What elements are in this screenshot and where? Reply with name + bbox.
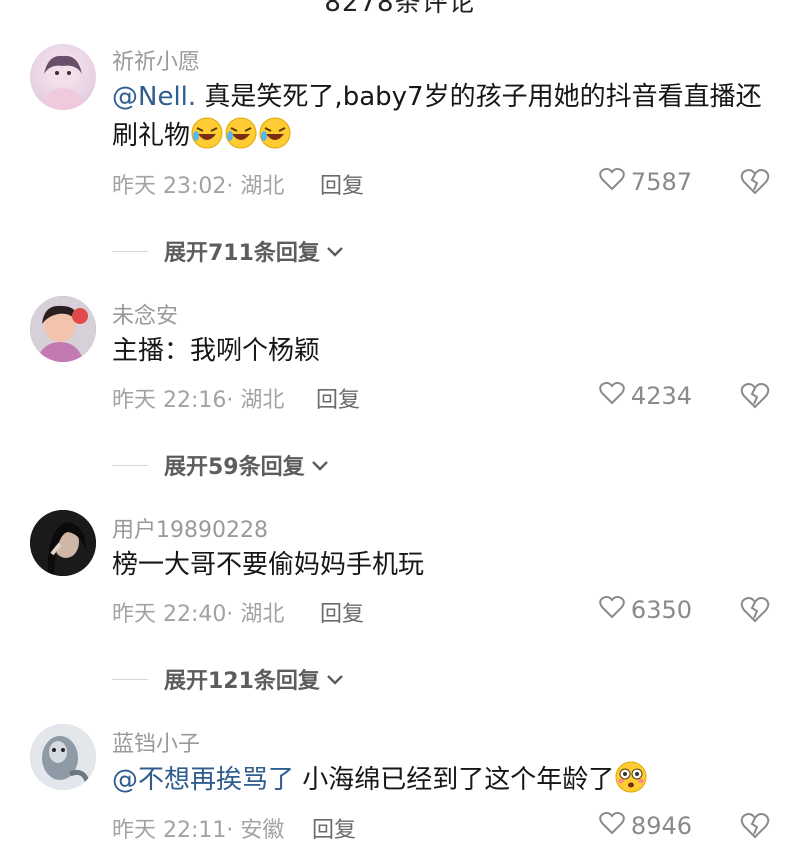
expand-replies-button[interactable]: 展开711条回复: [112, 235, 344, 267]
comment-time-location: 昨天 22:11· 安徽: [112, 818, 285, 843]
username[interactable]: 祈祈小愿: [112, 44, 200, 76]
comment-body: 主播：我咧个杨颖: [112, 336, 321, 366]
chevron-down-icon: [311, 453, 329, 478]
rofl-emoji: [258, 116, 292, 161]
comment-body: 小海绵已经到了这个年龄了: [294, 765, 615, 795]
avatar[interactable]: [30, 724, 96, 790]
comments-page: 8278条评论 祈祈小愿 @Nell. 真是笑死了,baby7岁的孩子用她的抖音…: [0, 0, 800, 856]
comment-text: @不想再挨骂了 小海绵已经到了这个年龄了: [112, 760, 772, 805]
dislike-button[interactable]: [740, 168, 770, 198]
dislike-button[interactable]: [740, 382, 770, 412]
like-button[interactable]: 8946: [599, 811, 692, 841]
comment-time-location: 昨天 23:02· 湖北: [112, 174, 285, 199]
broken-heart-icon: [740, 383, 770, 414]
heart-icon: [599, 381, 625, 411]
rofl-emoji: [190, 116, 224, 161]
comment-time-location: 昨天 22:40· 湖北: [112, 602, 285, 627]
flushed-emoji: [614, 760, 648, 805]
heart-icon: [599, 167, 625, 197]
like-count: 8946: [630, 812, 692, 840]
reply-button[interactable]: 回复: [312, 812, 356, 844]
like-count: 4234: [630, 382, 692, 410]
like-count: 6350: [630, 596, 692, 624]
comment-body: 榜一大哥不要偷妈妈手机玩: [112, 550, 425, 580]
chevron-down-icon: [326, 239, 344, 264]
expand-replies-button[interactable]: 展开121条回复: [112, 663, 344, 695]
broken-heart-icon: [740, 169, 770, 200]
expand-replies-button[interactable]: 展开59条回复: [112, 449, 329, 481]
reply-button[interactable]: 回复: [316, 382, 360, 414]
broken-heart-icon: [740, 813, 770, 844]
divider-line: [112, 250, 148, 252]
like-button[interactable]: 6350: [599, 595, 692, 625]
expand-replies-label: 展开59条回复: [164, 455, 305, 480]
divider-line: [112, 464, 148, 466]
username[interactable]: 用户19890228: [112, 512, 268, 544]
avatar[interactable]: [30, 510, 96, 576]
rofl-emoji: [224, 116, 258, 161]
username[interactable]: 未念安: [112, 298, 178, 330]
mention-link[interactable]: @不想再挨骂了: [112, 765, 294, 795]
like-count: 7587: [630, 168, 692, 196]
expand-replies-label: 展开121条回复: [164, 669, 320, 694]
broken-heart-icon: [740, 597, 770, 628]
heart-icon: [599, 811, 625, 841]
like-button[interactable]: 4234: [599, 381, 692, 411]
like-button[interactable]: 7587: [599, 167, 692, 197]
reply-button[interactable]: 回复: [320, 168, 364, 200]
chevron-down-icon: [326, 667, 344, 692]
expand-replies-label: 展开711条回复: [164, 241, 320, 266]
comment-count-title: 8278条评论: [324, 0, 476, 18]
heart-icon: [599, 595, 625, 625]
reply-button[interactable]: 回复: [320, 596, 364, 628]
comment-time-location: 昨天 22:16· 湖北: [112, 388, 285, 413]
avatar[interactable]: [30, 296, 96, 362]
username[interactable]: 蓝铛小子: [112, 726, 200, 758]
divider-line: [112, 678, 148, 680]
mention-link[interactable]: @Nell.: [112, 82, 196, 112]
comment-text: @Nell. 真是笑死了,baby7岁的孩子用她的抖音看直播还刷礼物: [112, 78, 772, 161]
avatar[interactable]: [30, 44, 96, 110]
dislike-button[interactable]: [740, 812, 770, 842]
comment-text: 榜一大哥不要偷妈妈手机玩: [112, 546, 772, 584]
comment-text: 主播：我咧个杨颖: [112, 332, 772, 370]
dislike-button[interactable]: [740, 596, 770, 626]
